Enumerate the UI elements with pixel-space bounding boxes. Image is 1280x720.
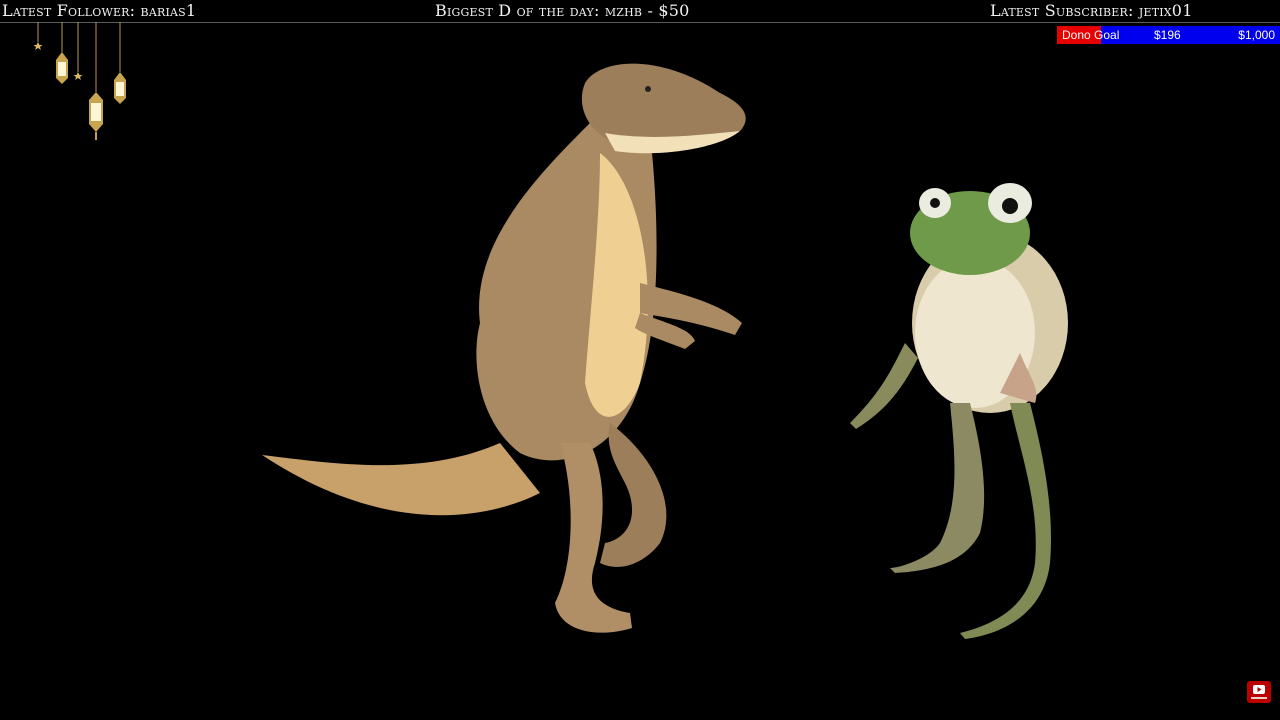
stream-overlay-bar: Latest Follower: barias1 Biggest D of th… xyxy=(0,0,1280,23)
youtube-subscribe-button[interactable] xyxy=(1247,681,1271,703)
dinosaur-figure xyxy=(262,63,746,633)
latest-follower-text: Latest Follower: barias1 xyxy=(2,1,197,20)
youtube-subscribe-icon xyxy=(1251,685,1267,699)
biggest-donation-text: Biggest D of the day: mzhb - $50 xyxy=(435,1,690,20)
latest-subscriber-text: Latest Subscriber: jetix01 xyxy=(990,1,1193,20)
dancing-characters-scene xyxy=(262,63,1068,639)
frog-figure xyxy=(850,183,1068,639)
